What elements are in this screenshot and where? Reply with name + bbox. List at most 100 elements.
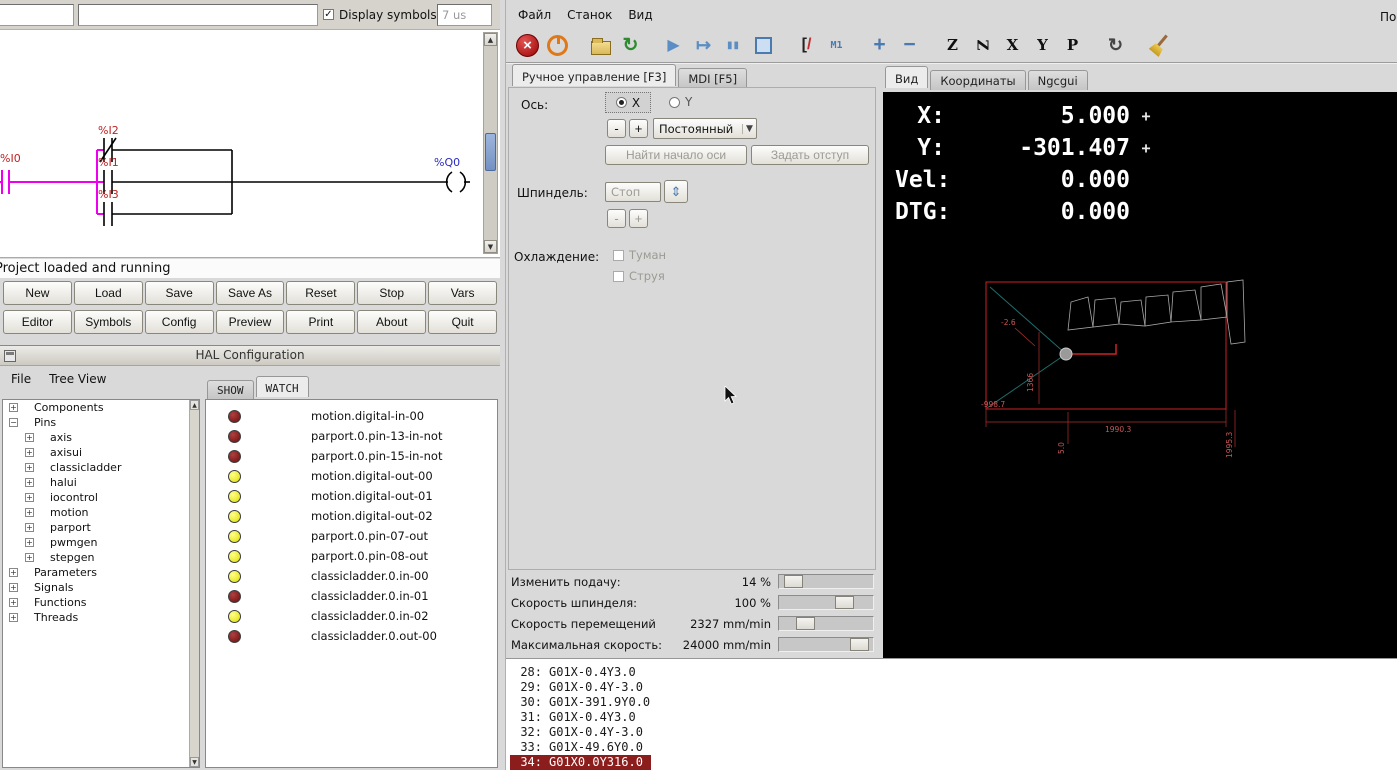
- tree-item[interactable]: + parport: [3, 520, 199, 535]
- window-menu-icon[interactable]: [4, 350, 16, 362]
- override-slider[interactable]: [778, 595, 874, 610]
- watch-item[interactable]: motion.digital-in-00: [206, 406, 497, 426]
- tree-expander-icon[interactable]: +: [25, 553, 34, 562]
- zoom-in-icon[interactable]: [866, 32, 893, 59]
- ladder-comment-entry[interactable]: [78, 4, 318, 26]
- tree-item[interactable]: + Threads: [3, 610, 199, 625]
- tree-expander-icon[interactable]: +: [25, 508, 34, 517]
- tree-expander-icon[interactable]: +: [9, 583, 18, 592]
- tree-item[interactable]: + motion: [3, 505, 199, 520]
- tree-expander-icon[interactable]: +: [25, 448, 34, 457]
- watch-item[interactable]: motion.digital-out-00: [206, 466, 497, 486]
- tree-item[interactable]: + classicladder: [3, 460, 199, 475]
- scroll-thumb[interactable]: [485, 133, 496, 171]
- pause-icon[interactable]: [720, 32, 747, 59]
- gcode-line[interactable]: 31: G01X-0.4Y3.0: [510, 710, 644, 725]
- gcode-line[interactable]: 28: G01X-0.4Y3.0: [510, 665, 644, 680]
- scroll-down-icon[interactable]: ▼: [484, 240, 497, 253]
- ladder-button[interactable]: Load: [73, 281, 143, 305]
- ladder-button[interactable]: Quit: [428, 310, 498, 334]
- reload-icon[interactable]: [617, 32, 644, 59]
- stop-icon[interactable]: [750, 32, 777, 59]
- tree-expander-icon[interactable]: +: [25, 493, 34, 502]
- run-icon[interactable]: [660, 32, 687, 59]
- tree-item[interactable]: + pwmgen: [3, 535, 199, 550]
- view-p-icon[interactable]: P: [1059, 32, 1086, 59]
- zoom-out-icon[interactable]: [896, 32, 923, 59]
- spindle-plus-button[interactable]: +: [629, 209, 648, 228]
- tree-expander-icon[interactable]: +: [25, 523, 34, 532]
- ladder-button[interactable]: Reset: [286, 281, 356, 305]
- tree-expander-icon[interactable]: +: [25, 433, 34, 442]
- watch-item[interactable]: parport.0.pin-15-in-not: [206, 446, 497, 466]
- manual-tab[interactable]: Ручное управление [F3]: [512, 64, 677, 86]
- tree-item[interactable]: + axis: [3, 430, 199, 445]
- flood-checkbox-group[interactable]: Струя: [613, 269, 665, 283]
- open-file-icon[interactable]: [587, 32, 614, 59]
- tree-item[interactable]: + halui: [3, 475, 199, 490]
- gcode-line[interactable]: 33: G01X-49.6Y0.0: [510, 740, 651, 755]
- view-tab[interactable]: Вид: [885, 66, 929, 88]
- tree-expander-icon[interactable]: +: [9, 613, 18, 622]
- ladder-button[interactable]: Stop: [357, 281, 427, 305]
- ladder-vertical-scrollbar[interactable]: ▲ ▼: [483, 32, 498, 254]
- hal-menu-item[interactable]: File: [2, 370, 40, 388]
- home-axis-button[interactable]: Найти начало оси: [605, 145, 747, 165]
- hal-menu-item[interactable]: Tree View: [40, 370, 115, 388]
- gcode-line[interactable]: 32: G01X-0.4Y-3.0: [510, 725, 651, 740]
- tree-scrollbar[interactable]: ▲ ▼: [189, 400, 199, 767]
- ladder-section-entry[interactable]: [0, 4, 74, 26]
- slider-handle[interactable]: [783, 575, 803, 588]
- axis-y-radio[interactable]: [669, 96, 680, 108]
- tree-expander-icon[interactable]: −: [9, 418, 18, 427]
- tree-expander-icon[interactable]: +: [25, 463, 34, 472]
- watch-item[interactable]: motion.digital-out-01: [206, 486, 497, 506]
- watch-item[interactable]: motion.digital-out-02: [206, 506, 497, 526]
- view-z-icon[interactable]: Z: [939, 32, 966, 59]
- slider-handle[interactable]: [850, 638, 870, 651]
- ladder-button[interactable]: Symbols: [73, 310, 143, 334]
- ladder-button[interactable]: Config: [144, 310, 214, 334]
- axis-x-radio[interactable]: [615, 97, 627, 108]
- tree-item[interactable]: + Components: [3, 400, 199, 415]
- axis-menu-item[interactable]: Станок: [559, 6, 620, 24]
- tree-item[interactable]: − Pins: [3, 415, 199, 430]
- gcode-line[interactable]: 29: G01X-0.4Y-3.0: [510, 680, 651, 695]
- hal-tab[interactable]: SHOW: [207, 380, 254, 399]
- view-y-icon[interactable]: Y: [1029, 32, 1056, 59]
- tree-expander-icon[interactable]: +: [25, 478, 34, 487]
- scroll-up-icon[interactable]: ▲: [484, 33, 497, 46]
- tree-item[interactable]: + Functions: [3, 595, 199, 610]
- jog-mode-select[interactable]: Постоянный ▼: [653, 118, 757, 139]
- watch-item[interactable]: classicladder.0.in-00: [206, 566, 497, 586]
- override-slider[interactable]: [778, 637, 874, 652]
- hal-tab[interactable]: WATCH: [255, 376, 309, 397]
- machine-power-icon[interactable]: [544, 32, 571, 59]
- jog-plus-button[interactable]: +: [629, 119, 648, 138]
- axis-x-radio-group[interactable]: X: [605, 92, 651, 113]
- scroll-down-icon[interactable]: ▼: [190, 757, 199, 767]
- gcode-line[interactable]: 30: G01X-391.9Y0.0: [510, 695, 658, 710]
- watch-item[interactable]: classicladder.0.out-00: [206, 626, 497, 646]
- touch-off-button[interactable]: Задать отступ: [751, 145, 869, 165]
- view-tab[interactable]: Координаты: [930, 70, 1026, 90]
- estop-icon[interactable]: [514, 32, 541, 59]
- ladder-button[interactable]: Preview: [215, 310, 285, 334]
- tree-expander-icon[interactable]: +: [9, 598, 18, 607]
- view-tab[interactable]: Ngcgui: [1027, 70, 1088, 90]
- tree-item[interactable]: + iocontrol: [3, 490, 199, 505]
- ladder-button[interactable]: Save As: [215, 281, 285, 305]
- axis-menu-item[interactable]: Вид: [620, 6, 660, 24]
- ladder-button[interactable]: Print: [286, 310, 356, 334]
- slider-handle[interactable]: [835, 596, 855, 609]
- watch-item[interactable]: parport.0.pin-08-out: [206, 546, 497, 566]
- tree-item[interactable]: + axisui: [3, 445, 199, 460]
- view-z-rotated-icon[interactable]: Z: [969, 32, 996, 59]
- ladder-button[interactable]: Editor: [3, 310, 72, 334]
- mist-checkbox[interactable]: [613, 249, 624, 261]
- optional-pause-icon[interactable]: [823, 32, 850, 59]
- preview-canvas[interactable]: X: 5.000 Y: -301.407 Vel: 0.000: [883, 92, 1397, 658]
- spindle-mode-dropdown-icon[interactable]: ⇕: [664, 180, 688, 203]
- gcode-line[interactable]: 34: G01X0.0Y316.0: [510, 755, 651, 770]
- scroll-up-icon[interactable]: ▲: [190, 400, 199, 410]
